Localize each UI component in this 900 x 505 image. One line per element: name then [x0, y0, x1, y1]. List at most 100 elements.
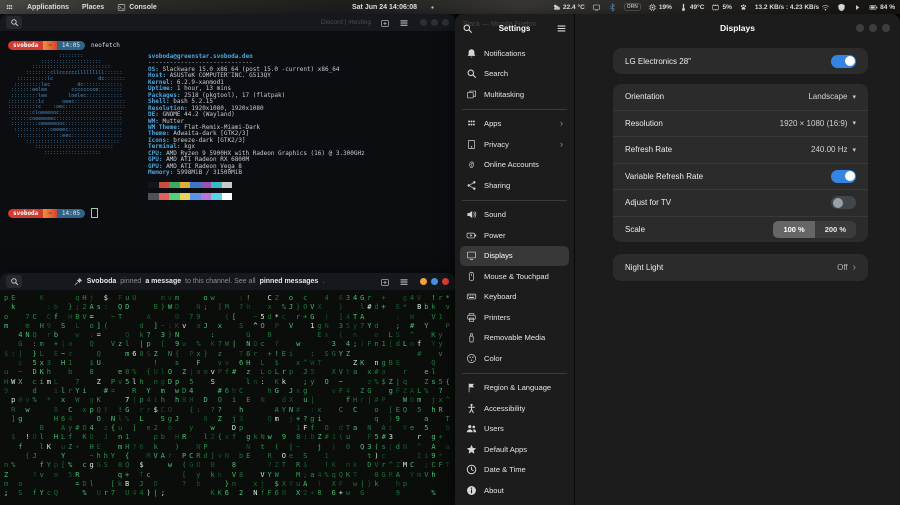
share-icon [466, 180, 477, 191]
users-icon [466, 423, 477, 434]
sidebar-item-region-language[interactable]: Region & Language [460, 378, 569, 399]
indicator-battery[interactable]: 84 % [869, 3, 895, 12]
indicator-memory[interactable]: 5% [711, 3, 731, 12]
sidebar-separator [462, 200, 567, 201]
sidebar-item-power[interactable]: Power [460, 225, 569, 246]
keyboard-icon [466, 291, 477, 302]
settings-row-variable-refresh-rate[interactable]: Variable Refresh Rate [613, 163, 868, 190]
sidebar-item-date-time[interactable]: Date & Time [460, 460, 569, 481]
window-button[interactable] [431, 278, 438, 285]
sidebar-item-users[interactable]: Users [460, 419, 569, 440]
sidebar-item-online-accounts[interactable]: @Online Accounts [460, 155, 569, 176]
sidebar-item-label: About [484, 486, 504, 495]
privacy-icon [466, 139, 477, 150]
window-button[interactable] [442, 278, 449, 285]
chevron-down-icon: ▾ [852, 93, 856, 101]
menu-applications[interactable]: Applications [27, 4, 69, 11]
new-tab-icon[interactable] [380, 18, 390, 28]
scale-option-100[interactable]: 100 % [773, 221, 814, 238]
settings-row-scale[interactable]: Scale100 %200 % [613, 216, 868, 243]
menu-places[interactable]: Places [82, 4, 104, 11]
printer-icon [466, 312, 477, 323]
menu-console[interactable]: Console [117, 3, 157, 12]
sidebar-item-label: Keyboard [484, 292, 517, 301]
memory-icon [711, 3, 720, 12]
search-icon [10, 277, 19, 286]
sidebar-item-multitasking[interactable]: Multitasking [460, 84, 569, 105]
matrix-rain: pE K qHj $ FuU mvm ow :! CZ o c 4 634Gr … [0, 290, 455, 499]
indicator-vpn-shield[interactable] [837, 3, 846, 12]
settings-search-icon[interactable] [462, 23, 473, 34]
indicator-caret[interactable] [853, 3, 862, 12]
palette-swatch [211, 193, 222, 200]
svg-text:@: @ [469, 160, 474, 169]
sidebar-item-printers[interactable]: Printers [460, 307, 569, 328]
indicator-bluetooth[interactable] [608, 3, 617, 12]
row-label: Orientation [625, 92, 664, 101]
sidebar-item-apps[interactable]: Apps› [460, 114, 569, 135]
indicator-display[interactable] [592, 3, 601, 12]
battery-icon [869, 3, 878, 12]
settings-sidebar: Settings NotificationsSearch Multitasking… [455, 14, 575, 505]
window-button[interactable] [869, 24, 877, 32]
window-button[interactable] [442, 19, 449, 26]
window-button[interactable] [882, 24, 890, 32]
row-label: Refresh Rate [625, 145, 672, 154]
terminal2-headerbar: Svoboda pinned a message to this channel… [0, 273, 455, 290]
sidebar-item-keyboard[interactable]: Keyboard [460, 287, 569, 308]
scale-option-200[interactable]: 200 % [815, 221, 856, 238]
new-tab-icon[interactable] [380, 277, 390, 287]
terminal-search-button[interactable] [6, 275, 22, 288]
star-icon [466, 444, 477, 455]
display-enable-toggle[interactable] [831, 55, 856, 68]
sidebar-item-removable-media[interactable]: Removable Media [460, 328, 569, 349]
sidebar-item-privacy[interactable]: Privacy› [460, 134, 569, 155]
hamburger-menu-icon[interactable] [399, 277, 409, 287]
indicator-badge[interactable]: ORN [624, 3, 641, 11]
clock[interactable]: Sat Jun 24 14:06:08 [352, 0, 436, 14]
hamburger-menu-icon[interactable] [399, 18, 409, 28]
sidebar-item-default-apps[interactable]: Default Apps [460, 439, 569, 460]
settings-window: Slack — Mozilla Firefox Settings Notific… [455, 14, 900, 505]
sidebar-item-accessibility[interactable]: Accessibility [460, 398, 569, 419]
indicator-cpu[interactable]: 19% [648, 3, 672, 12]
window-button[interactable] [420, 19, 427, 26]
indicator-network[interactable]: 13.2 KB/s : 4.23 KB/s [755, 3, 830, 12]
console-icon [117, 3, 126, 12]
settings-row-resolution[interactable]: Resolution1920 × 1080 (16:9)▾ [613, 110, 868, 137]
display-row-lg-electronics[interactable]: LG Electronics 28" [613, 48, 868, 74]
settings-row-refresh-rate[interactable]: Refresh Rate240.00 Hz▾ [613, 136, 868, 163]
adjust-for-tv-toggle[interactable] [831, 196, 856, 209]
variable-refresh-rate-toggle[interactable] [831, 170, 856, 183]
settings-row-orientation[interactable]: OrientationLandscape▾ [613, 84, 868, 110]
chevron-right-icon: › [560, 119, 563, 128]
sidebar-item-mouse-touchpad[interactable]: Mouse & Touchpad [460, 266, 569, 287]
night-light-row[interactable]: Night Light Off › [613, 254, 868, 281]
settings-row-adjust-for-tv[interactable]: Adjust for TV [613, 189, 868, 216]
palette-swatch [222, 193, 233, 200]
window-controls [420, 278, 449, 285]
sidebar-item-displays[interactable]: Displays [460, 246, 569, 267]
sidebar-item-sound[interactable]: Sound [460, 205, 569, 226]
sidebar-item-sharing[interactable]: Sharing [460, 175, 569, 196]
indicator-temperature[interactable]: 49°C [679, 3, 705, 12]
sidebar-item-search[interactable]: Search [460, 64, 569, 85]
sidebar-item-label: Multitasking [484, 90, 524, 99]
window-button[interactable] [431, 19, 438, 26]
prompt-time: 14:05 [57, 41, 85, 50]
palette-swatch [180, 193, 191, 200]
hamburger-menu-icon[interactable] [556, 23, 567, 34]
sidebar-item-label: Sound [484, 210, 506, 219]
sidebar-headerbar: Settings [455, 14, 574, 42]
display-name-label: LG Electronics 28" [625, 57, 691, 66]
sidebar-item-color[interactable]: Color [460, 348, 569, 369]
window-button[interactable] [856, 24, 864, 32]
sidebar-item-notifications[interactable]: Notifications [460, 43, 569, 64]
indicator-tray-app[interactable] [739, 3, 748, 12]
terminal-search-button[interactable] [6, 16, 22, 29]
indicator-weather[interactable]: 22.4 °C [552, 3, 585, 12]
window-button[interactable] [420, 278, 427, 285]
sidebar-item-about[interactable]: About [460, 480, 569, 501]
shell-prompt[interactable]: svoboda ~ 14:05 [8, 209, 455, 218]
launcher-apps-grid-icon[interactable] [5, 3, 14, 12]
